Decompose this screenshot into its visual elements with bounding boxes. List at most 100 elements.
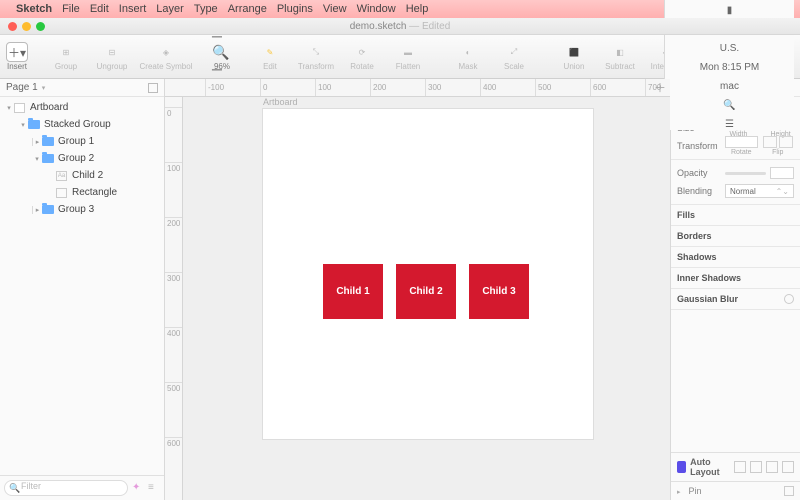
union-button[interactable]: ⬛Union	[552, 37, 596, 77]
canvas-child-2[interactable]: Child 2	[396, 264, 456, 319]
auto-layout-icon	[677, 461, 686, 473]
menu-arrange[interactable]: Arrange	[228, 3, 267, 15]
ruler-horizontal: -100 0 100 200 300 400 500 600 700 ＋	[165, 79, 670, 97]
backward-button[interactable]: ↧Backward	[796, 37, 800, 77]
page-options-icon[interactable]	[148, 83, 158, 93]
layer-group-3[interactable]: Group 3	[0, 201, 164, 218]
battery-icon[interactable]: ▮	[727, 5, 733, 16]
ruler-tick: 500	[535, 79, 551, 96]
app-name[interactable]: Sketch	[16, 3, 52, 15]
layer-rectangle[interactable]: Rectangle	[0, 184, 164, 201]
layer-child-2[interactable]: Aa Child 2	[0, 167, 164, 184]
inner-shadows-section[interactable]: Inner Shadows	[671, 268, 800, 289]
shadows-section[interactable]: Shadows	[671, 247, 800, 268]
folder-icon	[42, 154, 54, 163]
add-artboard-icon[interactable]: ＋	[654, 81, 666, 93]
pin-row[interactable]: Pin	[671, 481, 800, 500]
menu-file[interactable]: File	[62, 3, 80, 15]
blend-mode-select[interactable]: Normal ⌃⌄	[725, 184, 794, 198]
layer-filter-input[interactable]: 🔍 Filter	[4, 480, 128, 496]
opacity-slider[interactable]	[725, 172, 766, 175]
ruler-tick: 200	[165, 217, 182, 228]
ruler-tick: 500	[165, 382, 182, 393]
flip-v-icon[interactable]	[779, 136, 793, 148]
layer-group-2[interactable]: Group 2	[0, 150, 164, 167]
fills-section[interactable]: Fills	[671, 205, 800, 226]
scale-button[interactable]: ⤢Scale	[492, 37, 536, 77]
window-titlebar: demo.sketch — Edited	[0, 18, 800, 35]
text-layer-icon: Aa	[56, 171, 67, 181]
layer-label: Child 2	[72, 170, 103, 181]
group-button[interactable]: ⊞Group	[44, 37, 88, 77]
transform-label: Transform	[677, 141, 725, 151]
stack-h-icon[interactable]	[734, 461, 746, 473]
stack-v-icon[interactable]	[750, 461, 762, 473]
disclosure-icon[interactable]	[4, 104, 14, 112]
transform-row: Transform Rotate Flip	[677, 137, 794, 155]
wand-icon[interactable]: ✦	[132, 482, 144, 494]
close-icon[interactable]	[8, 22, 17, 31]
canvas-child-3[interactable]: Child 3	[469, 264, 529, 319]
ruler-tick: 300	[165, 272, 182, 283]
zoom-control[interactable]: ─ 🔍 ─96%	[212, 37, 232, 77]
mask-button[interactable]: ◐Mask	[446, 37, 490, 77]
ruler-tick: 400	[480, 79, 496, 96]
blur-toggle-icon[interactable]	[784, 294, 794, 304]
layer-label: Artboard	[30, 102, 68, 113]
canvas-child-1[interactable]: Child 1	[323, 264, 383, 319]
transform-button[interactable]: ⤡Transform	[294, 37, 338, 77]
disclosure-icon[interactable]	[32, 138, 42, 146]
notifications-icon[interactable]: ☰	[725, 119, 734, 130]
sliders-icon[interactable]: ≡	[148, 482, 160, 494]
page-selector[interactable]: Page 1	[0, 79, 164, 97]
folder-icon	[28, 120, 40, 129]
clock[interactable]: Mon 8:15 PM	[700, 62, 759, 73]
menu-type[interactable]: Type	[194, 3, 218, 15]
pin-options-icon[interactable]	[784, 486, 794, 496]
insert-button[interactable]: ＋▾ Insert	[6, 37, 28, 77]
flatten-button[interactable]: ▬Flatten	[386, 37, 430, 77]
menu-edit[interactable]: Edit	[90, 3, 109, 15]
zoom-window-icon[interactable]	[36, 22, 45, 31]
disclosure-icon[interactable]	[32, 206, 42, 214]
menu-layer[interactable]: Layer	[156, 3, 184, 15]
borders-section[interactable]: Borders	[671, 226, 800, 247]
artboard-icon	[14, 103, 25, 113]
menu-help[interactable]: Help	[406, 3, 429, 15]
ruler-tick: 100	[315, 79, 331, 96]
blend-mode-value: Normal	[730, 187, 756, 196]
subtract-button[interactable]: ◧Subtract	[598, 37, 642, 77]
spotlight-icon[interactable]: 🔍	[723, 100, 735, 111]
flip-h-icon[interactable]	[763, 136, 777, 148]
ruler-vertical: 0 100 200 300 400 500 600	[165, 97, 183, 500]
canvas-area: -100 0 100 200 300 400 500 600 700 ＋ 0 1…	[165, 79, 670, 500]
macos-menubar: Sketch File Edit Insert Layer Type Arran…	[0, 0, 800, 18]
disclosure-icon[interactable]	[18, 121, 28, 129]
artboard[interactable]: Child 1 Child 2 Child 3	[263, 109, 593, 439]
edit-tool-button[interactable]: ✎Edit	[248, 37, 292, 77]
ungroup-button[interactable]: ⊟Ungroup	[90, 37, 134, 77]
menu-plugins[interactable]: Plugins	[277, 3, 313, 15]
user-name[interactable]: mac	[720, 81, 739, 92]
disclosure-icon[interactable]	[32, 155, 42, 163]
stack-grid-icon[interactable]	[766, 461, 778, 473]
minimize-icon[interactable]	[22, 22, 31, 31]
opacity-row: Opacity	[677, 164, 794, 182]
layer-artboard[interactable]: Artboard	[0, 99, 164, 116]
opacity-field[interactable]	[770, 167, 794, 179]
menu-view[interactable]: View	[323, 3, 347, 15]
menu-insert[interactable]: Insert	[119, 3, 147, 15]
artboard-title[interactable]: Artboard	[263, 97, 298, 107]
rotate-field[interactable]	[725, 136, 758, 148]
gaussian-blur-section[interactable]: Gaussian Blur	[671, 289, 800, 310]
menu-window[interactable]: Window	[357, 3, 396, 15]
rotate-button[interactable]: ⟳Rotate	[340, 37, 384, 77]
input-locale[interactable]: U.S.	[720, 43, 739, 54]
disclosure-icon[interactable]	[677, 486, 685, 496]
create-symbol-button[interactable]: ◈Create Symbol	[136, 37, 196, 77]
canvas[interactable]: Artboard Child 1 Child 2 Child 3	[183, 97, 670, 500]
layer-group-1[interactable]: Group 1	[0, 133, 164, 150]
layer-label: Group 3	[58, 204, 94, 215]
layer-stacked-group[interactable]: Stacked Group	[0, 116, 164, 133]
stack-none-icon[interactable]	[782, 461, 794, 473]
